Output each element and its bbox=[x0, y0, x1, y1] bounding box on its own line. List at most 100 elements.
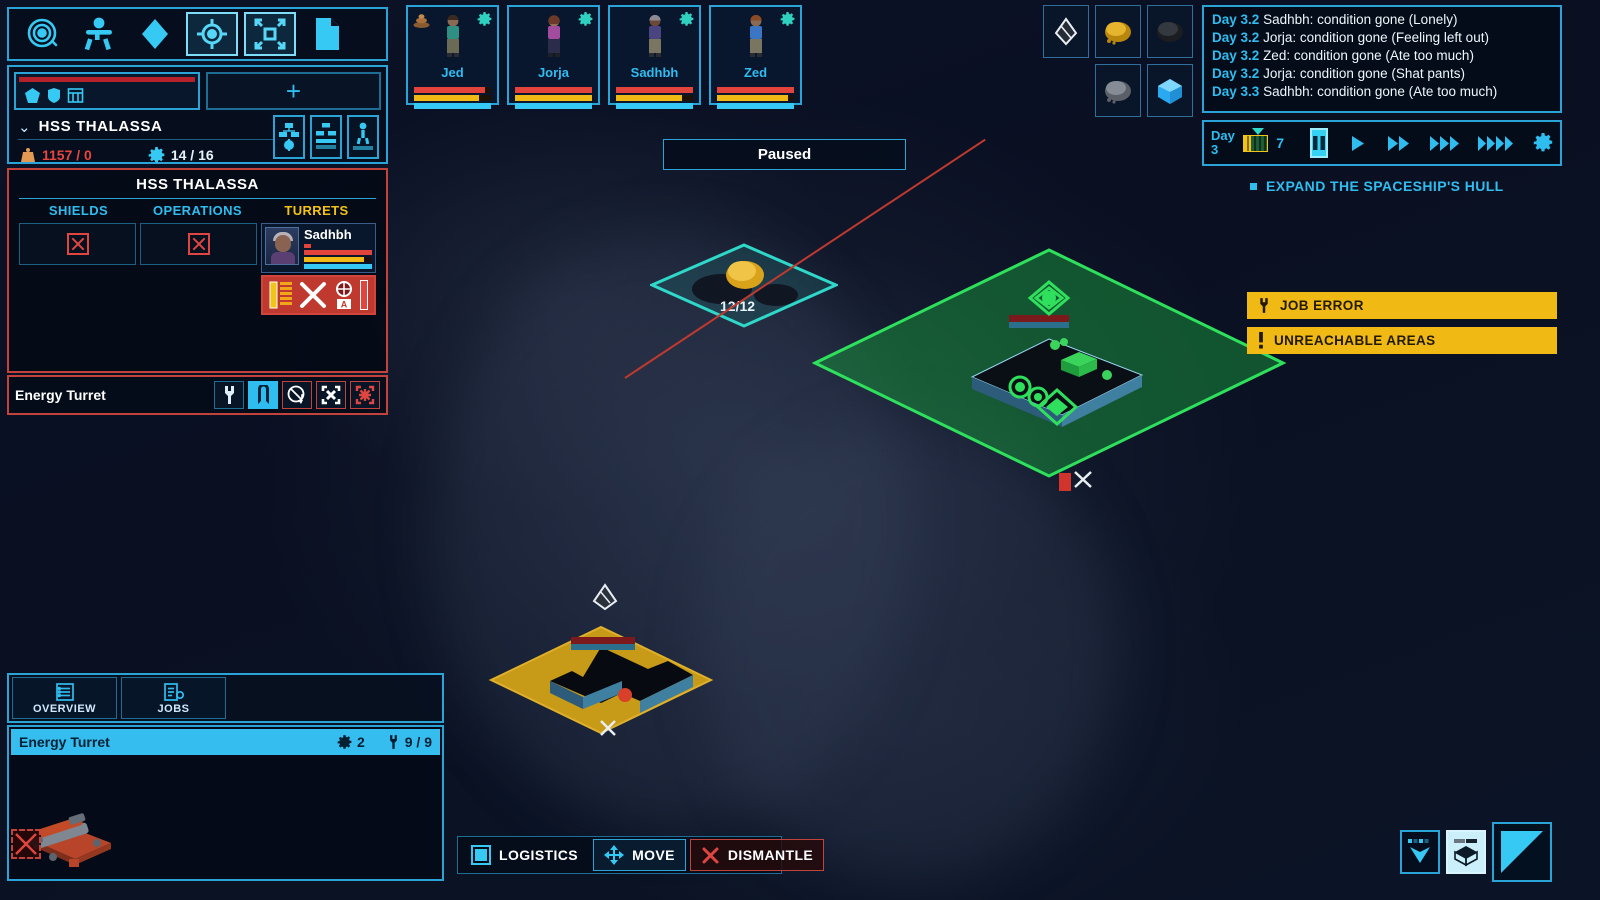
ff2-icon bbox=[1388, 135, 1409, 151]
crew-stamina-bar bbox=[515, 95, 592, 101]
ship-detail-title: HSS THALASSA bbox=[19, 176, 376, 199]
ship-header-panel: + ⌄ HSS THALASSA 1157 / 0 14 / 16 bbox=[7, 65, 388, 164]
repair-button[interactable] bbox=[214, 381, 244, 409]
document-icon[interactable] bbox=[299, 12, 355, 56]
log-text: Zed: condition gone (Ate too much) bbox=[1263, 48, 1474, 63]
turret-bar-label: Energy Turret bbox=[15, 387, 106, 403]
day-marker-icon bbox=[1251, 127, 1264, 135]
shield-icon bbox=[48, 88, 60, 103]
crew-portrait-jed[interactable]: Jed bbox=[406, 5, 499, 109]
objective-line[interactable]: EXPAND THE SPACESHIP'S HULL bbox=[1250, 178, 1504, 194]
build-item-name: Energy Turret bbox=[19, 734, 110, 750]
log-line: Day 3.2 Jorja: condition gone (Feeling l… bbox=[1212, 29, 1552, 47]
add-ship-button[interactable]: + bbox=[206, 72, 381, 110]
resource-diamond-icon[interactable] bbox=[127, 12, 183, 56]
solid-view-button[interactable] bbox=[1446, 830, 1486, 874]
dark-ore-resource-tile[interactable] bbox=[1147, 5, 1193, 58]
gold-ore-resource-tile[interactable] bbox=[1095, 5, 1141, 58]
crew-mood-bar bbox=[717, 103, 794, 109]
deactivate-button[interactable] bbox=[316, 381, 346, 409]
storage-icon[interactable] bbox=[310, 115, 342, 159]
turret-action-row[interactable]: A bbox=[261, 275, 376, 315]
selected-build-zone[interactable] bbox=[811, 247, 1287, 479]
ship-mass-stat: 1157 / 0 bbox=[20, 147, 92, 163]
tab-label: OVERVIEW bbox=[32, 702, 97, 715]
move-button[interactable]: MOVE bbox=[593, 839, 686, 871]
auto-mode-button[interactable] bbox=[248, 381, 278, 409]
ship-name-row[interactable]: ⌄ HSS THALASSA bbox=[18, 114, 295, 140]
log-day: Day 3.3 bbox=[1212, 84, 1260, 99]
pause-button[interactable] bbox=[1310, 128, 1328, 158]
crew-health-bar bbox=[515, 87, 592, 93]
wrench-icon bbox=[389, 735, 397, 749]
roof-view-button[interactable] bbox=[1400, 830, 1440, 874]
ice-crystal-resource-tile[interactable] bbox=[1147, 64, 1193, 117]
settings-button[interactable] bbox=[1533, 133, 1553, 153]
paused-banner: Paused bbox=[663, 139, 906, 170]
operations-slot-empty[interactable] bbox=[140, 223, 257, 265]
assigned-crew-card[interactable]: Sadhbh bbox=[261, 223, 376, 273]
scrap-resource-tile[interactable] bbox=[1043, 5, 1089, 58]
gear-icon[interactable] bbox=[477, 12, 492, 32]
open-box-icon bbox=[1408, 839, 1430, 863]
closed-box-icon bbox=[1454, 839, 1478, 867]
crew-portrait-jorja[interactable]: Jorja bbox=[507, 5, 600, 109]
fast-forward-4x-button[interactable] bbox=[1477, 135, 1515, 152]
unreachable-areas-alert[interactable]: UNREACHABLE AREAS bbox=[1247, 327, 1557, 354]
square-icon bbox=[471, 845, 491, 865]
event-log-panel[interactable]: Day 3.2 Sadhbh: condition gone (Lonely) … bbox=[1202, 5, 1562, 113]
expand-icon[interactable] bbox=[244, 12, 296, 56]
objective-text: EXPAND THE SPACESHIP'S HULL bbox=[1266, 178, 1504, 194]
crew-stamina-bar bbox=[414, 95, 491, 101]
crew-portrait-strip: Jed Jorja Sadhbh Zed bbox=[406, 5, 802, 109]
minimap[interactable] bbox=[1492, 822, 1552, 882]
turret-slot[interactable]: Sadhbh A bbox=[261, 223, 376, 315]
auto-target-icon[interactable]: A bbox=[331, 280, 357, 310]
exclamation-icon bbox=[1259, 332, 1263, 349]
targeting-icon[interactable] bbox=[186, 12, 238, 56]
chevron-down-icon[interactable]: ⌄ bbox=[18, 118, 31, 136]
category-operations[interactable]: OPERATIONS bbox=[138, 203, 257, 218]
power-cycle-button[interactable] bbox=[282, 381, 312, 409]
empty-slot-x-icon bbox=[66, 233, 89, 255]
job-error-alert[interactable]: JOB ERROR bbox=[1247, 292, 1557, 319]
logistics-network-icon[interactable] bbox=[273, 115, 305, 159]
command-bar: LOGISTICS MOVE DISMANTLE bbox=[457, 836, 825, 874]
gear-icon bbox=[1533, 133, 1553, 152]
stone-ore-resource-tile[interactable] bbox=[1095, 64, 1141, 117]
gear-icon[interactable] bbox=[780, 12, 795, 32]
fast-forward-3x-button[interactable] bbox=[1429, 135, 1461, 152]
fast-forward-2x-button[interactable] bbox=[1387, 135, 1411, 152]
crew-sprite bbox=[547, 15, 560, 57]
log-line: Day 3.2 Jorja: condition gone (Shat pant… bbox=[1212, 65, 1552, 83]
gear-icon[interactable] bbox=[679, 12, 694, 32]
crew-portrait-zed[interactable]: Zed bbox=[709, 5, 802, 109]
x-icon bbox=[702, 847, 719, 863]
bullet-icon bbox=[1250, 182, 1257, 190]
gear-icon bbox=[337, 734, 352, 749]
zone-error-marker bbox=[1059, 473, 1071, 491]
shields-slot-empty[interactable] bbox=[19, 223, 136, 265]
category-shields[interactable]: SHIELDS bbox=[19, 203, 138, 218]
gear-icon bbox=[148, 146, 165, 163]
planet-orbit-icon[interactable] bbox=[15, 12, 71, 56]
tab-jobs[interactable]: JOBS bbox=[121, 677, 226, 719]
tab-overview[interactable]: OVERVIEW bbox=[12, 677, 117, 719]
dismantle-button[interactable] bbox=[350, 381, 380, 409]
selected-build-item-row[interactable]: Energy Turret 2 9 / 9 bbox=[11, 729, 440, 755]
day-counter: 7 bbox=[1276, 135, 1284, 151]
crew-icon[interactable] bbox=[71, 12, 127, 56]
gear-icon[interactable] bbox=[578, 12, 593, 32]
ammo-bars-icon[interactable] bbox=[269, 280, 295, 310]
dismantle-command-button[interactable]: DISMANTLE bbox=[689, 839, 825, 871]
logistics-button[interactable]: LOGISTICS bbox=[460, 839, 589, 871]
category-turrets[interactable]: TURRETS bbox=[257, 203, 376, 218]
crew-sprite bbox=[648, 15, 661, 57]
crossed-weapons-icon[interactable] bbox=[298, 280, 328, 310]
crew-portrait-sadhbh[interactable]: Sadhbh bbox=[608, 5, 701, 109]
crew-name: Jorja bbox=[537, 65, 570, 80]
crew-assign-icon[interactable] bbox=[347, 115, 379, 159]
ship-tab-thalassa[interactable] bbox=[14, 72, 200, 110]
crew-health-bar bbox=[717, 87, 794, 93]
play-button[interactable] bbox=[1350, 135, 1365, 152]
